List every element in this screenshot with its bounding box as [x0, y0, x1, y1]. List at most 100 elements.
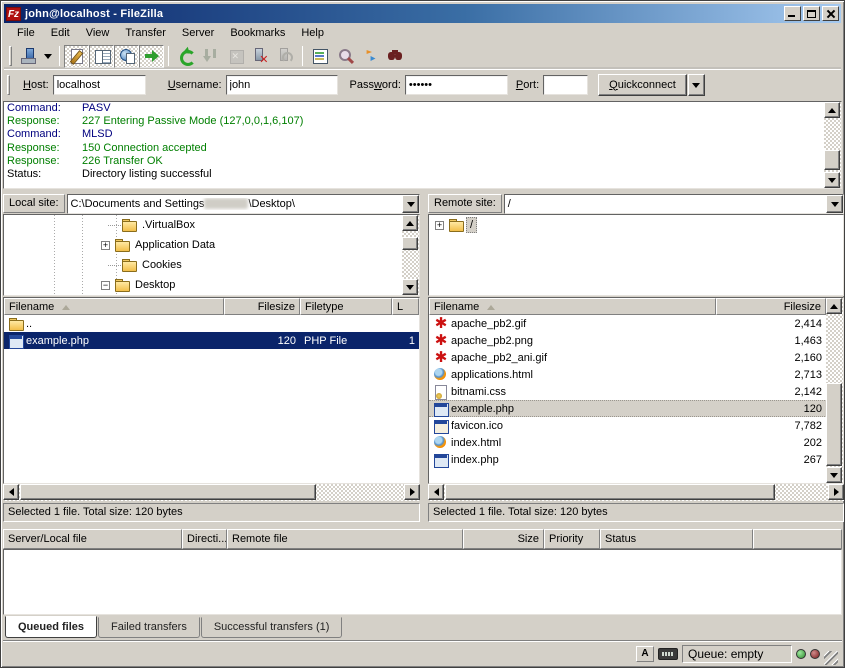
- remote-list-scrollbar[interactable]: [826, 298, 843, 483]
- resize-grip[interactable]: [824, 651, 838, 665]
- host-input[interactable]: [53, 75, 146, 95]
- scroll-up-button[interactable]: [402, 215, 418, 231]
- file-row-favicon-ico[interactable]: favicon.ico 7,782: [429, 417, 843, 434]
- column-remote-file[interactable]: Remote file: [227, 529, 463, 549]
- file-row-bitnami-css[interactable]: bitnami.css 2,142: [429, 383, 843, 400]
- local-file-list[interactable]: Filename Filesize Filetype L .. example.…: [3, 297, 420, 484]
- file-row-index-html[interactable]: index.html 202: [429, 434, 843, 451]
- scroll-left-button[interactable]: [3, 484, 19, 500]
- toggle-message-log-button[interactable]: [64, 45, 89, 68]
- menu-server[interactable]: Server: [174, 24, 222, 42]
- column-filetype[interactable]: Filetype: [300, 298, 392, 315]
- tree-item-root[interactable]: + /: [429, 215, 843, 235]
- password-input[interactable]: [405, 75, 508, 95]
- file-row-index-php[interactable]: index.php 267: [429, 451, 843, 468]
- scrollbar-thumb[interactable]: [445, 484, 775, 500]
- scroll-right-button[interactable]: [828, 484, 844, 500]
- file-row-example-php[interactable]: example.php 120 PHP File 1: [4, 332, 419, 349]
- column-status[interactable]: Status: [600, 529, 753, 549]
- menu-transfer[interactable]: Transfer: [117, 24, 174, 42]
- toggle-transfer-queue-button[interactable]: [139, 45, 164, 68]
- transfer-type-indicator[interactable]: A: [636, 646, 654, 662]
- toggle-local-tree-button[interactable]: [89, 45, 114, 68]
- column-filename[interactable]: Filename: [4, 298, 224, 315]
- directory-comparison-button[interactable]: [332, 45, 357, 68]
- file-row-apache-pb2-png[interactable]: ✱apache_pb2.png 1,463: [429, 332, 843, 349]
- directory-listing-filters-button[interactable]: [307, 45, 332, 68]
- quickconnect-dropdown-button[interactable]: [688, 74, 705, 96]
- remote-path-combo[interactable]: /: [504, 194, 844, 214]
- scroll-left-button[interactable]: [428, 484, 444, 500]
- log-scrollbar[interactable]: [824, 102, 841, 188]
- local-directory-tree[interactable]: .VirtualBox + Application Data Cookies −…: [3, 214, 420, 296]
- column-priority[interactable]: Priority: [544, 529, 600, 549]
- remote-path-dropdown[interactable]: [826, 195, 843, 213]
- minimize-button[interactable]: [784, 6, 801, 21]
- menu-bookmarks[interactable]: Bookmarks: [222, 24, 293, 42]
- tab-successful-transfers[interactable]: Successful transfers (1): [201, 617, 343, 638]
- file-row-parent-dir[interactable]: ..: [4, 315, 419, 332]
- refresh-button[interactable]: [173, 45, 198, 68]
- close-button[interactable]: [822, 6, 839, 21]
- scrollbar-thumb[interactable]: [824, 150, 840, 170]
- process-queue-button[interactable]: [198, 45, 223, 68]
- column-direction[interactable]: Directi...: [182, 529, 227, 549]
- maximize-button[interactable]: [803, 6, 820, 21]
- title-bar[interactable]: Fz john@localhost - FileZilla: [4, 4, 841, 23]
- tree-item-virtualbox[interactable]: .VirtualBox: [4, 215, 419, 235]
- file-row-example-php[interactable]: example.php 120: [429, 400, 843, 417]
- scroll-up-button[interactable]: [824, 102, 840, 118]
- disconnect-button[interactable]: [248, 45, 273, 68]
- column-filename[interactable]: Filename: [429, 298, 716, 315]
- menu-file[interactable]: File: [9, 24, 43, 42]
- tree-item-application-data[interactable]: + Application Data: [4, 235, 419, 255]
- quickconnect-button[interactable]: Quickconnect: [598, 74, 687, 96]
- scrollbar-thumb[interactable]: [826, 383, 842, 466]
- menu-edit[interactable]: Edit: [43, 24, 78, 42]
- column-filesize[interactable]: Filesize: [224, 298, 300, 315]
- toggle-remote-tree-button[interactable]: [114, 45, 139, 68]
- scroll-up-button[interactable]: [826, 298, 842, 314]
- scrollbar-thumb[interactable]: [402, 237, 418, 250]
- menu-view[interactable]: View: [78, 24, 118, 42]
- expander-minus-icon[interactable]: −: [101, 281, 110, 290]
- remote-list-hscrollbar[interactable]: [428, 484, 844, 501]
- port-input[interactable]: [543, 75, 588, 95]
- local-tree-scrollbar[interactable]: [402, 215, 419, 295]
- expander-plus-icon[interactable]: +: [435, 221, 444, 230]
- file-row-applications-html[interactable]: applications.html 2,713: [429, 366, 843, 383]
- tab-queued-files[interactable]: Queued files: [5, 616, 97, 638]
- queue-list[interactable]: [3, 549, 842, 615]
- tree-item-desktop[interactable]: − Desktop: [4, 275, 419, 295]
- column-last-modified[interactable]: L: [392, 298, 419, 315]
- site-manager-button[interactable]: [15, 45, 40, 68]
- speed-limits-icon[interactable]: [658, 648, 678, 660]
- site-manager-dropdown-button[interactable]: [40, 45, 55, 68]
- remote-directory-tree[interactable]: + /: [428, 214, 844, 296]
- synchronized-browsing-button[interactable]: [357, 45, 382, 68]
- menu-help[interactable]: Help: [293, 24, 332, 42]
- scroll-right-button[interactable]: [404, 484, 420, 500]
- scroll-down-button[interactable]: [826, 467, 842, 483]
- expander-plus-icon[interactable]: +: [101, 241, 110, 250]
- scroll-down-button[interactable]: [402, 279, 418, 295]
- reconnect-button[interactable]: [273, 45, 298, 68]
- find-files-button[interactable]: [382, 45, 407, 68]
- column-size[interactable]: Size: [463, 529, 544, 549]
- local-path-dropdown[interactable]: [402, 195, 419, 213]
- tree-item-cookies[interactable]: Cookies: [4, 255, 419, 275]
- column-server-local-file[interactable]: Server/Local file: [3, 529, 182, 549]
- toolbar-grip[interactable]: [9, 46, 12, 66]
- tab-failed-transfers[interactable]: Failed transfers: [98, 617, 200, 638]
- file-row-apache-pb2-gif[interactable]: ✱apache_pb2.gif 2,414: [429, 315, 843, 332]
- scrollbar-thumb[interactable]: [20, 484, 316, 500]
- column-filesize[interactable]: Filesize: [716, 298, 826, 315]
- local-list-hscrollbar[interactable]: [3, 484, 420, 501]
- username-input[interactable]: [226, 75, 338, 95]
- scroll-down-button[interactable]: [824, 172, 840, 188]
- message-log[interactable]: Command:PASV Response:227 Entering Passi…: [3, 101, 842, 189]
- file-row-apache-pb2-ani-gif[interactable]: ✱apache_pb2_ani.gif 2,160: [429, 349, 843, 366]
- cancel-operation-button[interactable]: [223, 45, 248, 68]
- local-path-combo[interactable]: C:\Documents and Settings\Desktop\: [67, 194, 420, 214]
- quickconnect-grip[interactable]: [7, 75, 10, 95]
